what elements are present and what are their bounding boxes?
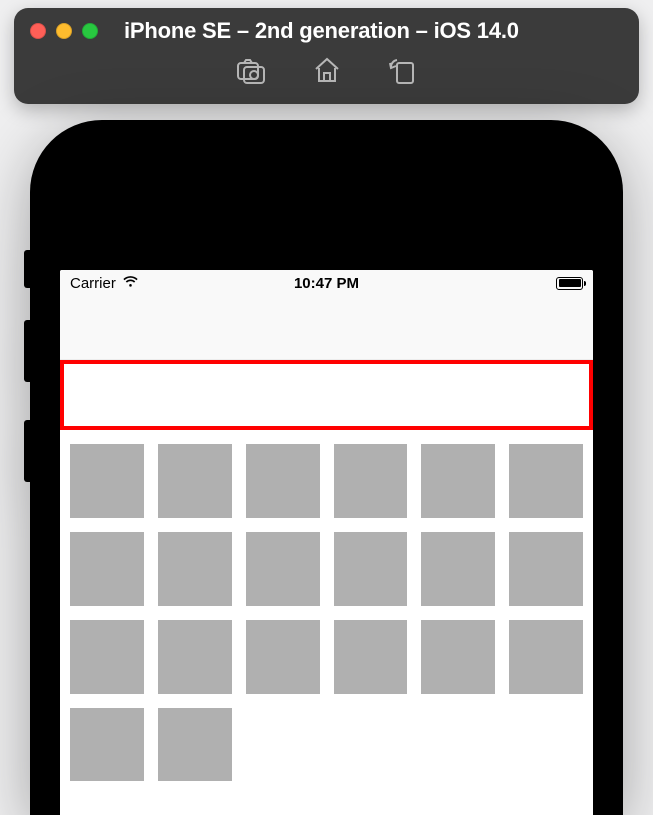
simulator-titlebar: iPhone SE – 2nd generation – iOS 14.0: [28, 14, 625, 48]
collection-cell[interactable]: [421, 532, 495, 606]
battery-icon: [556, 277, 583, 290]
simulator-toolbar: [28, 48, 625, 96]
collection-cell[interactable]: [509, 532, 583, 606]
collection-cell[interactable]: [246, 620, 320, 694]
collection-cell[interactable]: [509, 444, 583, 518]
navigation-bar: [60, 296, 593, 360]
home-button[interactable]: [310, 55, 344, 89]
collection-cell[interactable]: [334, 532, 408, 606]
collection-cell[interactable]: [70, 444, 144, 518]
silence-switch[interactable]: [24, 250, 30, 288]
rotate-button[interactable]: [386, 55, 420, 89]
window-controls: [30, 23, 98, 39]
collection-cell[interactable]: [334, 620, 408, 694]
wifi-icon: [122, 273, 139, 294]
zoom-window-button[interactable]: [82, 23, 98, 39]
minimize-window-button[interactable]: [56, 23, 72, 39]
collection-cell[interactable]: [158, 620, 232, 694]
collection-cell[interactable]: [334, 444, 408, 518]
volume-up-button[interactable]: [24, 320, 30, 382]
device-screen: Carrier 10:47 PM: [60, 270, 593, 815]
collection-cell[interactable]: [246, 444, 320, 518]
close-window-button[interactable]: [30, 23, 46, 39]
collection-cell[interactable]: [158, 708, 232, 782]
collection-cell[interactable]: [70, 620, 144, 694]
camera-icon: [235, 54, 267, 91]
collection-cell[interactable]: [70, 532, 144, 606]
collection-cell[interactable]: [246, 532, 320, 606]
collection-cell[interactable]: [421, 620, 495, 694]
collection-cell[interactable]: [158, 444, 232, 518]
home-icon: [311, 54, 343, 91]
device-frame: Carrier 10:47 PM: [30, 120, 623, 815]
collection-cell[interactable]: [421, 444, 495, 518]
collection-cell[interactable]: [509, 620, 583, 694]
collection-cell[interactable]: [158, 532, 232, 606]
collection-view[interactable]: [60, 430, 593, 815]
volume-down-button[interactable]: [24, 420, 30, 482]
simulator-title: iPhone SE – 2nd generation – iOS 14.0: [124, 18, 519, 44]
clock: 10:47 PM: [241, 275, 412, 292]
carrier-label: Carrier: [70, 275, 116, 292]
device-frame-shadow: Carrier 10:47 PM: [30, 120, 623, 815]
rotate-icon: [387, 54, 419, 91]
status-bar: Carrier 10:47 PM: [60, 270, 593, 296]
collection-cell[interactable]: [70, 708, 144, 782]
collection-header-highlight: [60, 360, 593, 430]
screenshot-button[interactable]: [234, 55, 268, 89]
simulator-panel: iPhone SE – 2nd generation – iOS 14.0: [14, 8, 639, 104]
